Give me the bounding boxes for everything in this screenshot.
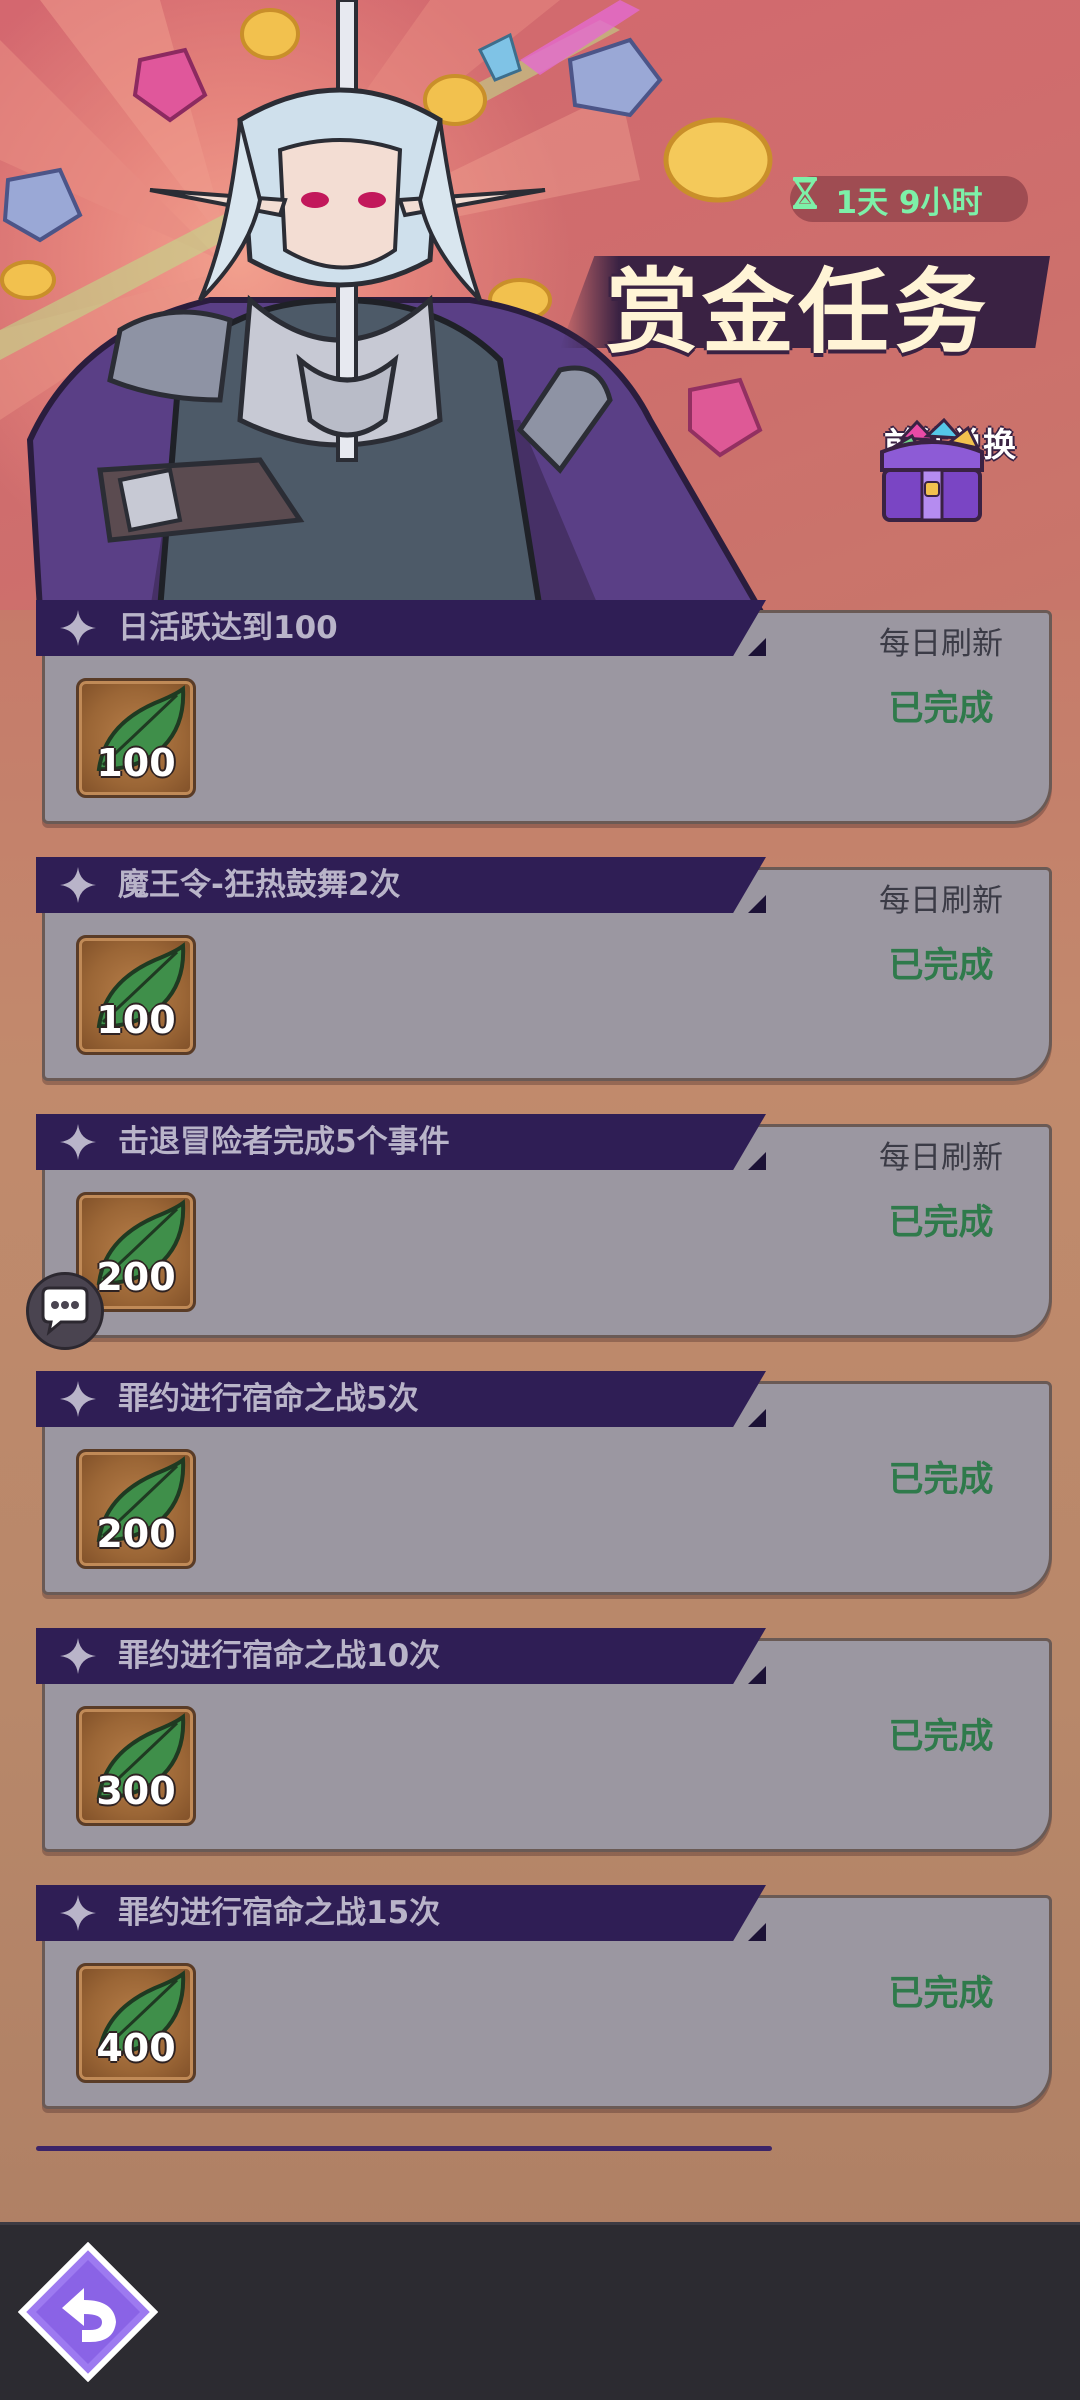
task-title: 击退冒险者完成5个事件: [118, 1124, 450, 1160]
task-reward[interactable]: 100: [76, 678, 196, 798]
task-title: 魔王令-狂热鼓舞2次: [118, 867, 401, 903]
task-card: 罪约进行宿命之战5次 已完成 200: [36, 1371, 1052, 1597]
task-card: 魔王令-狂热鼓舞2次 每日刷新 已完成 100: [36, 857, 1052, 1083]
chat-button[interactable]: [26, 1272, 104, 1350]
task-reward[interactable]: 400: [76, 1963, 196, 2083]
sparkle-star-icon: [60, 1895, 96, 1931]
sparkle-star-icon: [60, 1124, 96, 1160]
task-card: 日活跃达到100 每日刷新 已完成 100: [36, 600, 1052, 826]
list-end-divider: [36, 2146, 772, 2151]
back-button[interactable]: [17, 2241, 159, 2383]
page-title: 赏金任务: [606, 259, 991, 366]
hero-banner: 1天 9小时 赏金任务 前往兑换: [0, 0, 1080, 610]
task-status: 已完成: [888, 1974, 994, 2014]
sparkle-star-icon: [60, 1381, 96, 1417]
sparkle-star-icon: [60, 867, 96, 903]
task-title: 日活跃达到100: [118, 610, 338, 646]
task-refresh-note: 每日刷新: [879, 1140, 1003, 1176]
task-card: 击退冒险者完成5个事件 每日刷新 已完成 200: [36, 1114, 1052, 1340]
timer-text: 1天 9小时: [835, 184, 983, 221]
task-title: 罪约进行宿命之战10次: [118, 1638, 441, 1674]
chat-bubble-icon: [41, 1286, 89, 1336]
sparkle-star-icon: [60, 610, 96, 646]
task-status: 已完成: [888, 946, 994, 986]
back-arrow-icon: [17, 2241, 159, 2383]
reward-amount: 300: [96, 1769, 176, 1813]
reward-amount: 100: [96, 741, 176, 785]
reward-amount: 100: [96, 998, 176, 1042]
countdown-timer: 1天 9小时: [790, 176, 1028, 222]
task-refresh-note: 每日刷新: [879, 883, 1003, 919]
task-title: 罪约进行宿命之战5次: [118, 1381, 419, 1417]
reward-amount: 400: [96, 2026, 176, 2070]
hourglass-icon: [793, 177, 817, 209]
task-reward[interactable]: 200: [76, 1449, 196, 1569]
task-card: 罪约进行宿命之战10次 已完成 300: [36, 1628, 1052, 1854]
task-title: 罪约进行宿命之战15次: [118, 1895, 441, 1931]
task-status: 已完成: [888, 1460, 994, 1500]
task-status: 已完成: [888, 1203, 994, 1243]
treasure-chest-icon: [880, 418, 984, 522]
task-card: 罪约进行宿命之战15次 已完成 400: [36, 1885, 1052, 2111]
task-status: 已完成: [888, 1717, 994, 1757]
task-refresh-note: 每日刷新: [879, 626, 1003, 662]
sparkle-star-icon: [60, 1638, 96, 1674]
task-reward[interactable]: 300: [76, 1706, 196, 1826]
task-status: 已完成: [888, 689, 994, 729]
task-reward[interactable]: 100: [76, 935, 196, 1055]
exchange-button[interactable]: 前往兑换: [872, 418, 1028, 578]
reward-amount: 200: [96, 1512, 176, 1556]
bottom-bar: [0, 2222, 1080, 2400]
